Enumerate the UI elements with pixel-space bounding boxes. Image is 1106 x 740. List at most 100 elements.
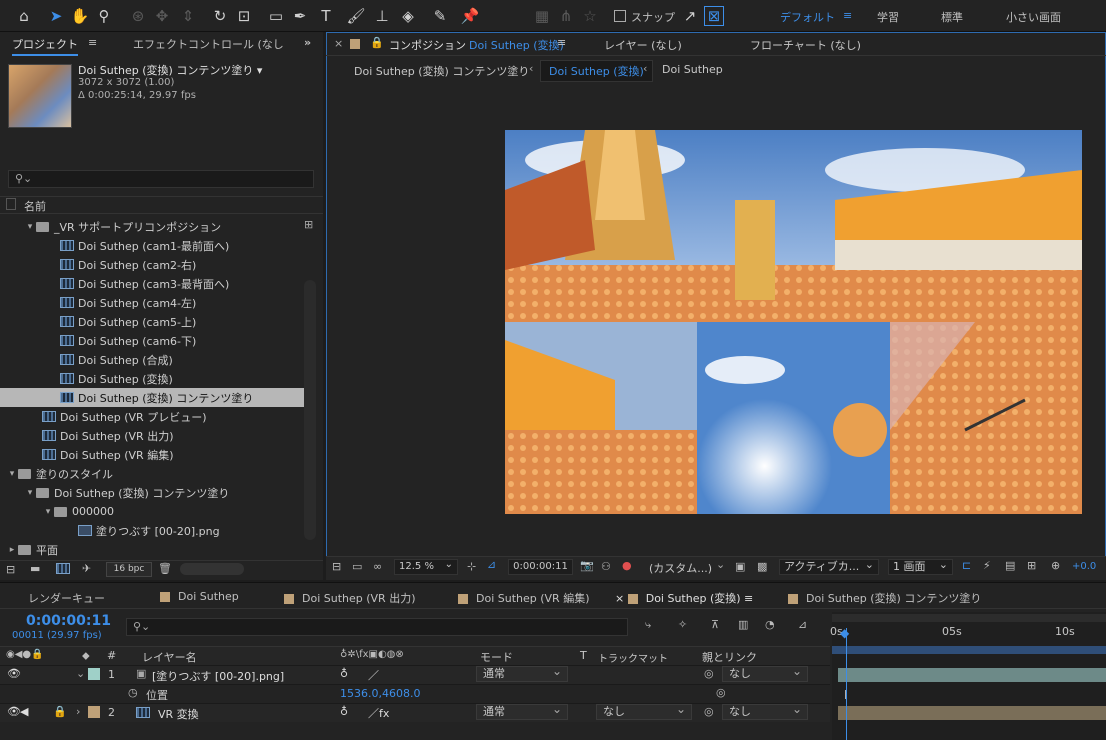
project-item[interactable]: Doi Suthep (cam2-右) xyxy=(0,255,304,274)
composition-canvas[interactable] xyxy=(505,130,1082,514)
expand-chevron-icon[interactable]: › xyxy=(76,705,80,718)
trash-icon[interactable]: 🗑 xyxy=(158,562,172,575)
monitor-icon[interactable]: ▭ xyxy=(352,560,362,573)
pan-camera-icon[interactable]: ✥ xyxy=(152,6,172,26)
timeline-search-input[interactable]: ⚲⌄ xyxy=(126,618,628,636)
label-icon[interactable]: ⬥ xyxy=(82,649,90,663)
anchor-point-tool-icon[interactable]: ⊡ xyxy=(234,6,254,26)
av-features-icons[interactable]: ◉◀●🔒 xyxy=(6,649,44,660)
motion-blur-icon[interactable]: ◔ xyxy=(765,618,775,631)
align-icon[interactable]: ⋔ xyxy=(556,6,576,26)
viewer-timecode[interactable]: 0:00:00:11 xyxy=(508,559,573,575)
tab-effect-controls[interactable]: エフェクトコントロール (なし xyxy=(133,36,284,52)
region-of-interest-icon[interactable]: ⊿ xyxy=(487,558,496,571)
interpret-footage-icon[interactable]: ⊟ xyxy=(6,563,15,576)
workspace-small-screen[interactable]: 小さい画面 xyxy=(1006,9,1061,25)
workspace-learn[interactable]: 学習 xyxy=(877,9,899,25)
graph-editor-icon[interactable]: ⊿ xyxy=(798,618,807,631)
quality-switch-icon[interactable]: ／ xyxy=(368,667,379,683)
project-item[interactable]: 塗りつぶす [00-20].png xyxy=(0,521,304,540)
layer-2-label-color[interactable] xyxy=(88,706,100,718)
timeline-tab[interactable]: × Doi Suthep (変換) ≡ xyxy=(615,590,753,606)
frame-blending-icon[interactable]: ▥ xyxy=(738,618,748,631)
pen-tool-icon[interactable]: ✒ xyxy=(290,6,310,26)
toggle-pixel-aspect-icon[interactable]: ⊏ xyxy=(962,559,971,572)
layer-2-bar[interactable] xyxy=(838,706,1106,720)
layer-1-parent-dropdown[interactable]: なし xyxy=(722,664,808,682)
project-search-input[interactable]: ⚲⌄ xyxy=(8,170,314,188)
pick-whip-icon[interactable]: ◎ xyxy=(704,667,714,680)
expand-chevron-icon[interactable]: ⌄ xyxy=(76,667,85,680)
tab-menu-icon[interactable]: ≡ xyxy=(741,592,753,605)
draft-3d-icon[interactable]: ✧ xyxy=(678,618,687,631)
switches-icons[interactable]: ♁✲\fx▣◐◍⊗ xyxy=(340,649,404,660)
channel-icon[interactable]: ● xyxy=(622,559,632,572)
label-column-icon[interactable] xyxy=(6,198,16,210)
timeline-icon[interactable]: ▤ xyxy=(1005,559,1015,572)
workspace-menu-icon[interactable]: ≡ xyxy=(843,9,852,22)
view-mode-dropdown[interactable]: (カスタム...) xyxy=(649,560,712,576)
project-item[interactable]: Doi Suthep (cam6-下) xyxy=(0,331,304,350)
fast-preview-icon[interactable]: ▣ xyxy=(735,560,745,573)
breadcrumb-fill[interactable]: Doi Suthep (変換) コンテンツ塗り xyxy=(354,63,529,79)
playhead[interactable] xyxy=(846,628,847,740)
layer-1-name[interactable]: [塗りつぶす [00-20].png] xyxy=(152,668,284,684)
breadcrumb-current[interactable]: Doi Suthep (変換) xyxy=(540,60,653,82)
workspace-standard[interactable]: 標準 xyxy=(941,9,963,25)
project-item[interactable]: ▾ 000000 xyxy=(0,502,304,521)
content-fill-icon[interactable]: ✈ xyxy=(82,562,91,575)
clone-stamp-tool-icon[interactable]: ⊥ xyxy=(372,6,392,26)
selected-item-name[interactable]: Doi Suthep (変換) コンテンツ塗り ▾ xyxy=(78,62,262,78)
layer-1-label-color[interactable] xyxy=(88,668,100,680)
timeline-tab[interactable]: Doi Suthep (VR 出力) xyxy=(284,590,416,606)
exposure-value[interactable]: +0.0 xyxy=(1072,561,1096,572)
layer-2-parent-dropdown[interactable]: なし xyxy=(722,702,808,720)
workspace-default[interactable]: デフォルト xyxy=(780,9,835,25)
expand-arrow-icon[interactable]: ▾ xyxy=(6,469,18,479)
column-name[interactable]: 名前 xyxy=(24,198,46,214)
project-item[interactable]: ▾ 塗りのスタイル xyxy=(0,464,304,483)
panel-overflow-icon[interactable]: » xyxy=(304,36,311,49)
project-item[interactable]: Doi Suthep (VR 編集) xyxy=(0,445,304,464)
timeline-tab[interactable]: レンダーキュー xyxy=(28,590,105,606)
expand-arrow-icon[interactable]: ▾ xyxy=(24,488,36,498)
dolly-camera-icon[interactable]: ⇕ xyxy=(178,6,198,26)
rectangle-tool-icon[interactable]: ▭ xyxy=(266,6,286,26)
thumbnail-slider[interactable] xyxy=(180,563,244,575)
close-tab-icon[interactable]: × xyxy=(334,37,343,50)
project-item[interactable]: Doi Suthep (cam4-左) xyxy=(0,293,304,312)
snapshot-camera-icon[interactable]: 📷 xyxy=(580,559,594,572)
hand-tool-icon[interactable]: ✋ xyxy=(70,6,90,26)
project-item[interactable]: Doi Suthep (変換) コンテンツ塗り xyxy=(0,388,304,407)
puppet-tool-icon[interactable]: 📌 xyxy=(460,6,480,26)
collapsed-arrow-icon[interactable]: ▸ xyxy=(6,545,18,555)
views-dropdown[interactable]: 1 画面 ⌄ xyxy=(888,558,953,575)
rotate-tool-icon[interactable]: ↻ xyxy=(210,6,230,26)
layer-2-name[interactable]: VR 変換 xyxy=(158,706,199,722)
selection-tool-icon[interactable]: ➤ xyxy=(46,6,66,26)
composition-menu-icon[interactable]: ≡ xyxy=(557,36,566,49)
lock-icon[interactable]: 🔒 xyxy=(370,36,384,49)
snap-target-icon[interactable]: ⊠ xyxy=(704,6,724,26)
project-menu-icon[interactable]: ≡ xyxy=(88,36,97,49)
show-snapshot-icon[interactable]: ⚇ xyxy=(601,560,611,573)
always-preview-icon[interactable]: ⊟ xyxy=(332,560,341,573)
playhead-handle-icon[interactable]: ◆ xyxy=(840,626,849,640)
project-item[interactable]: Doi Suthep (cam1-最前面へ) xyxy=(0,236,304,255)
audio-icon[interactable]: ◀ xyxy=(20,705,28,718)
fx-switch-icon[interactable]: ／fx xyxy=(368,705,389,721)
navigator-bar[interactable] xyxy=(832,646,1106,654)
layer-2-mode-dropdown[interactable]: 通常 xyxy=(476,702,568,720)
eye-icon[interactable]: 👁 xyxy=(7,705,21,718)
layer-1-mode-dropdown[interactable]: 通常 xyxy=(476,664,568,682)
tab-flowchart[interactable]: フローチャート (なし) xyxy=(750,37,861,53)
close-tab-icon[interactable]: × xyxy=(615,592,628,605)
zoom-dropdown[interactable]: 12.5 % ⌄ xyxy=(394,559,458,575)
snap-option-icon[interactable]: ↗ xyxy=(680,6,700,26)
expand-arrow-icon[interactable]: ▾ xyxy=(42,507,54,517)
timeline-tab[interactable]: Doi Suthep xyxy=(160,590,239,603)
project-scrollbar[interactable] xyxy=(304,280,316,540)
home-icon[interactable]: ⌂ xyxy=(14,6,34,26)
shy-switch-icon[interactable]: ♁ xyxy=(340,705,348,718)
comp-mini-flowchart-icon[interactable]: ⤷ xyxy=(645,618,651,632)
